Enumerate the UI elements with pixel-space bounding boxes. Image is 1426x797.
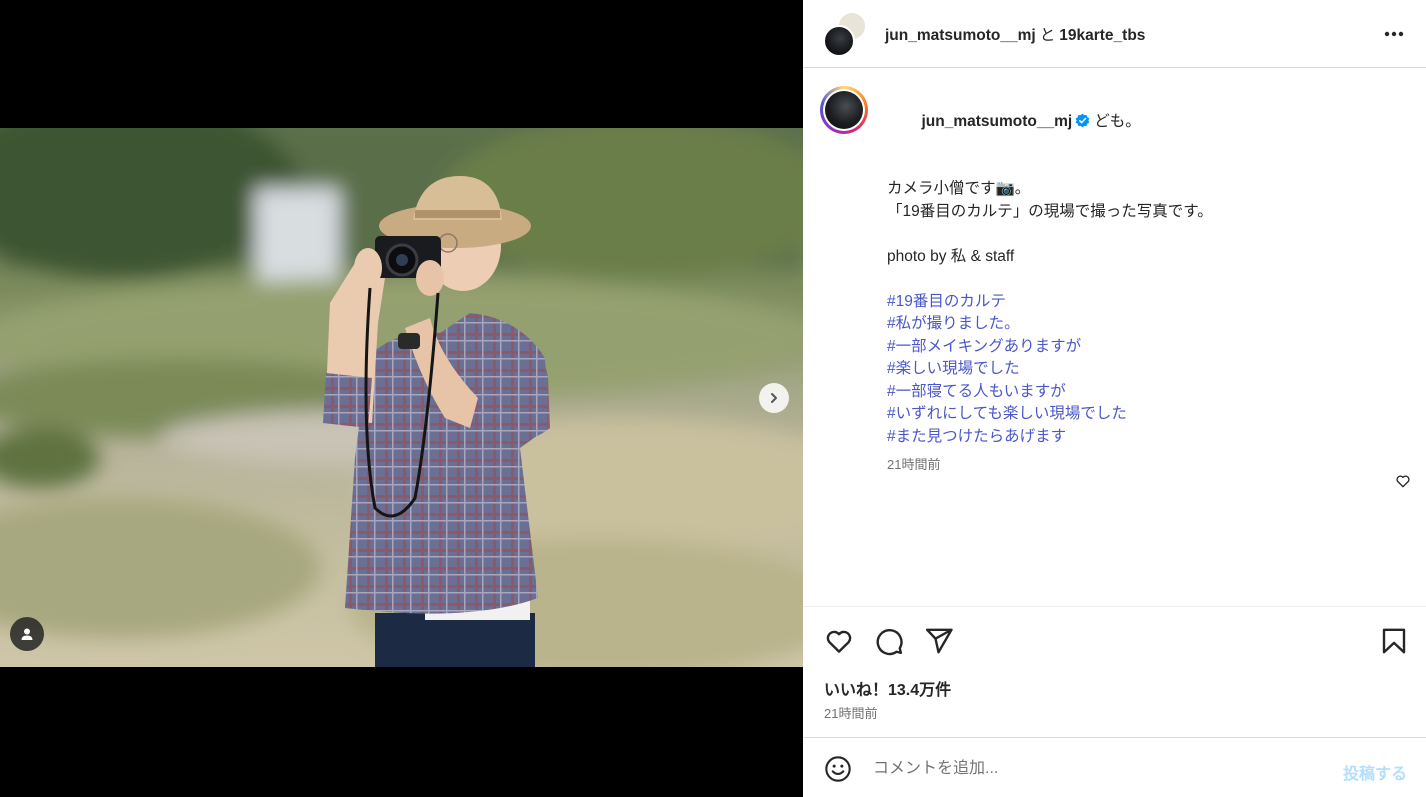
caption-line: photo by 私 & staff (887, 247, 1015, 265)
bookmark-icon (1382, 628, 1406, 654)
caption-username[interactable]: jun_matsumoto__mj (921, 113, 1072, 130)
hashtag-link[interactable]: #19番目のカルテ (887, 291, 1387, 314)
save-button[interactable] (1378, 625, 1410, 657)
heart-icon[interactable] (1395, 473, 1411, 489)
more-horizontal-icon (1384, 31, 1404, 37)
collab-username-link[interactable]: 19karte_tbs (1059, 27, 1145, 44)
hashtag-link[interactable]: #楽しい現場でした (887, 358, 1387, 381)
hashtag-link[interactable]: #また見つけたらあげます (887, 426, 1387, 449)
likes-count[interactable]: いいね！13.4万件 (824, 676, 951, 700)
avatar[interactable] (820, 86, 868, 134)
action-row (823, 625, 1410, 657)
like-button[interactable] (823, 625, 855, 657)
comment-bar: 投稿する (803, 737, 1426, 797)
post-header: jun_matsumoto__mj と 19karte_tbs (803, 0, 1426, 68)
hashtag-link[interactable]: #一部寝てる人もいますが (887, 381, 1387, 404)
hashtag-link[interactable]: #いずれにしても楽しい現場でした (887, 403, 1387, 426)
caption-section: jun_matsumoto__mj ども。 カメラ小僧です📷。 「19番目のカルテ… (803, 69, 1426, 606)
photo-illustration (0, 128, 803, 667)
comment-button[interactable] (873, 625, 905, 657)
share-button[interactable] (923, 625, 955, 657)
caption-timestamp: 21時間前 (887, 457, 941, 472)
collab-usernames: jun_matsumoto__mj と 19karte_tbs (885, 23, 1145, 45)
caption-line: 「19番目のカルテ」の現場で撮った写真です。 (887, 202, 1213, 220)
comment-icon (876, 629, 903, 656)
post-actions: いいね！13.4万件 21時間前 (803, 606, 1426, 737)
caption-line (887, 156, 1387, 179)
post-photo[interactable] (0, 128, 803, 667)
post-media (0, 0, 803, 797)
caption-line (887, 223, 1387, 246)
caption-line: カメラ小僧です📷。 (887, 180, 1031, 197)
hashtag-link[interactable]: #私が撮りました。 (887, 313, 1387, 336)
emoji-icon (825, 756, 851, 782)
post-timestamp: 21時間前 (824, 706, 878, 721)
hashtag-link[interactable]: #一部メイキングありますが (887, 336, 1387, 359)
comment-input[interactable] (873, 754, 1313, 784)
caption-line (887, 268, 1387, 291)
more-options-button[interactable] (1382, 22, 1406, 46)
share-icon (925, 628, 953, 654)
emoji-button[interactable] (823, 754, 853, 784)
post-details-panel: jun_matsumoto__mj と 19karte_tbs jun_matsum… (803, 0, 1426, 797)
tagged-users-button[interactable] (10, 617, 44, 651)
caption: jun_matsumoto__mj ども。 カメラ小僧です📷。 「19番目のカルテ… (887, 88, 1387, 477)
carousel-next-button[interactable] (759, 383, 789, 413)
owner-username-link[interactable]: jun_matsumoto__mj (885, 27, 1036, 44)
avatar[interactable] (823, 24, 855, 57)
verified-badge-icon (1075, 113, 1090, 127)
heart-icon (826, 630, 852, 653)
user-tag-icon (21, 628, 33, 640)
chevron-right-icon (771, 393, 777, 403)
post-comment-button[interactable]: 投稿する (1343, 760, 1407, 784)
collab-avatars[interactable] (823, 10, 869, 57)
collab-connector: と (1039, 26, 1056, 44)
caption-first-line: ども。 (1094, 112, 1141, 130)
